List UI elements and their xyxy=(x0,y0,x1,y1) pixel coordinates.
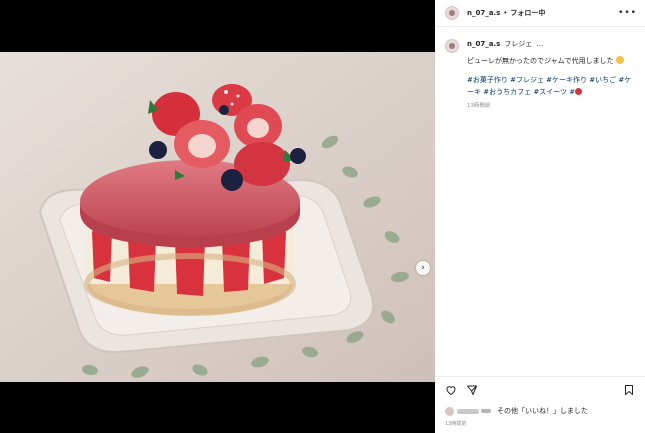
actions-section: その他「いいね！」しました 13時間前 xyxy=(435,376,645,433)
post-header: n_07_a.s • フォロー中 ••• xyxy=(435,0,645,27)
heart-icon[interactable] xyxy=(445,384,457,396)
header-username[interactable]: n_07_a.s xyxy=(467,9,500,17)
follow-status-button[interactable]: フォロー中 xyxy=(510,8,545,18)
media-panel: › xyxy=(0,0,435,433)
chevron-right-icon: › xyxy=(421,263,425,273)
caption-title-suffix: … xyxy=(536,40,544,48)
bookmark-icon[interactable] xyxy=(623,384,635,396)
caption-title-line: n_07_a.s フレジェ … xyxy=(467,39,635,49)
strawberry-emoji-icon xyxy=(575,88,583,95)
caption-hashtags[interactable]: #お菓子作り #フレジェ #ケーキ作り #いちご #ケーキ #おうちカフェ #ス… xyxy=(467,74,635,98)
smile-emoji-icon xyxy=(615,56,624,64)
caption: n_07_a.s フレジェ … ピューレが無かったのでジャムで代用しました #お… xyxy=(435,27,645,109)
hashtags-text[interactable]: #お菓子作り #フレジェ #ケーキ作り #いちご #ケーキ #おうちカフェ #ス… xyxy=(467,76,631,96)
header-separator: • xyxy=(503,9,508,17)
cake-illustration xyxy=(0,52,435,382)
caption-avatar[interactable] xyxy=(445,39,459,53)
caption-text: ピューレが無かったのでジャムで代用しました xyxy=(467,56,635,66)
action-icons xyxy=(435,377,645,396)
liker-name-redacted-2 xyxy=(481,409,491,413)
likes-text: その他「いいね！」しました xyxy=(497,407,588,415)
likes-summary[interactable]: その他「いいね！」しました xyxy=(435,396,645,416)
liker-name-redacted xyxy=(457,408,479,414)
avatar[interactable] xyxy=(445,6,459,20)
post-photo[interactable]: › xyxy=(0,52,435,382)
caption-username[interactable]: n_07_a.s xyxy=(467,40,500,48)
post-time: 13時間前 xyxy=(445,421,467,427)
caption-time: 13時間前 xyxy=(467,103,491,109)
caption-text-body: ピューレが無かったのでジャムで代用しました xyxy=(467,57,614,65)
more-horizontal-icon[interactable]: ••• xyxy=(618,8,637,18)
caption-body: n_07_a.s フレジェ … ピューレが無かったのでジャムで代用しました #お… xyxy=(467,39,635,109)
caption-title: フレジェ xyxy=(504,40,533,48)
next-image-button[interactable]: › xyxy=(416,261,430,275)
liker-avatar xyxy=(445,406,454,416)
post-panel: n_07_a.s • フォロー中 ••• n_07_a.s フレジェ … ピュー… xyxy=(435,0,645,433)
send-icon[interactable] xyxy=(466,384,478,396)
